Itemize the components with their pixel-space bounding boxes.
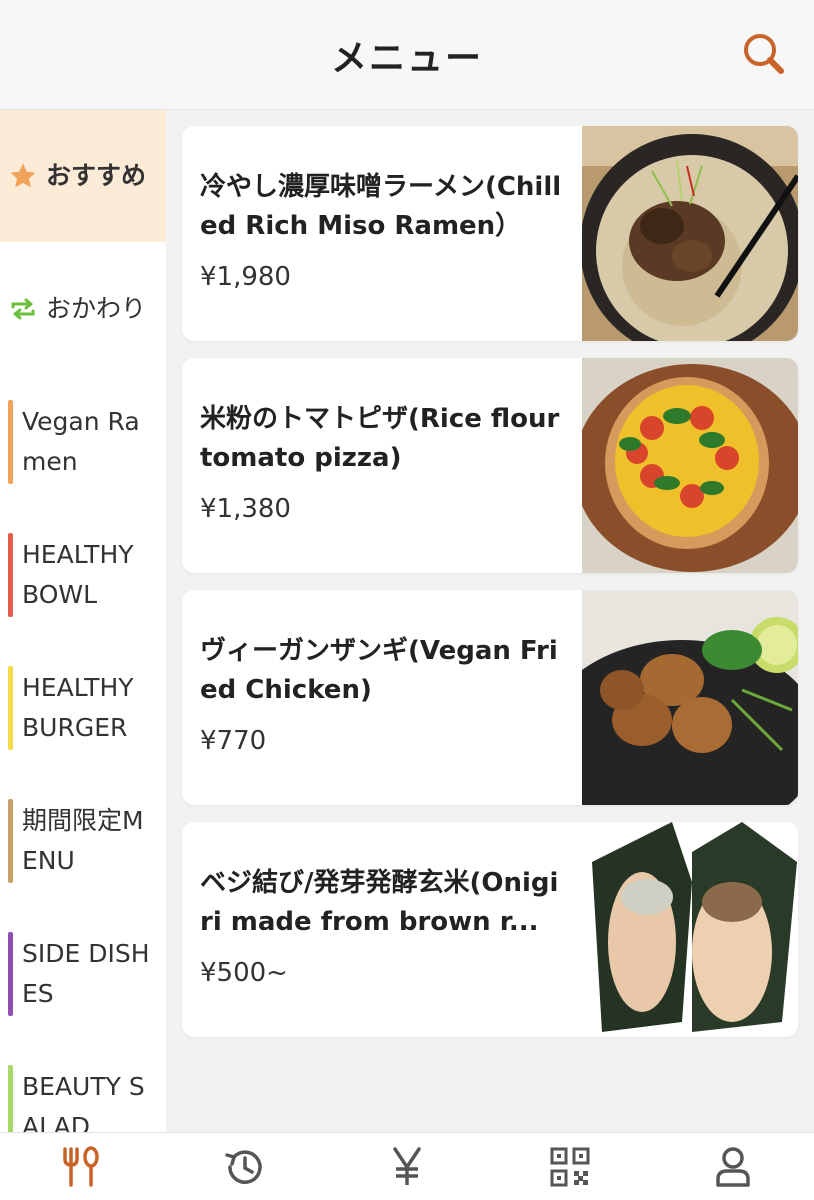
yen-icon bbox=[393, 1146, 421, 1185]
sidebar-item-label: 期間限定MENU bbox=[22, 805, 144, 875]
user-icon bbox=[715, 1146, 750, 1187]
menu-item-info: 冷やし濃厚味噌ラーメン(Chilled Rich Miso Ramen） ¥1,… bbox=[200, 126, 566, 341]
category-color-bar bbox=[8, 931, 13, 1016]
menu-item-card[interactable]: ヴィーガンザンギ(Vegan Fried Chicken) ¥770 bbox=[182, 590, 798, 805]
menu-item-price: ¥500~ bbox=[200, 958, 288, 988]
category-color-bar bbox=[8, 399, 13, 484]
sidebar-item-label: SIDE DISHES bbox=[22, 938, 150, 1008]
miso-ramen-photo bbox=[582, 126, 798, 341]
sidebar-item-vegan-ramen[interactable]: Vegan Ramen bbox=[0, 375, 166, 508]
menu-item-name: 冷やし濃厚味噌ラーメン(Chilled Rich Miso Ramen） bbox=[200, 172, 562, 241]
history-icon bbox=[225, 1149, 262, 1184]
menu-list: 冷やし濃厚味噌ラーメン(Chilled Rich Miso Ramen） ¥1,… bbox=[166, 110, 814, 1132]
menu-item-card[interactable]: 米粉のトマトピザ(Rice flour tomato pizza) ¥1,380 bbox=[182, 358, 798, 573]
fork-knife-icon bbox=[63, 1145, 100, 1187]
onigiri-photo bbox=[582, 822, 798, 1037]
menu-item-price: ¥770 bbox=[200, 726, 267, 756]
star-icon bbox=[8, 161, 38, 191]
menu-item-info: ヴィーガンザンギ(Vegan Fried Chicken) ¥770 bbox=[200, 590, 566, 805]
menu-item-card[interactable]: ベジ結び/発芽発酵玄米(Onigiri made from brown r...… bbox=[182, 822, 798, 1037]
qr-code-icon bbox=[550, 1147, 590, 1186]
menu-tab[interactable] bbox=[51, 1137, 111, 1197]
sidebar-item-label: HEALTHY BURGER bbox=[22, 672, 134, 742]
sidebar-item-label: BEAUTY SALAD bbox=[22, 1071, 145, 1133]
menu-item-name: 米粉のトマトピザ(Rice flour tomato pizza) bbox=[200, 404, 560, 473]
refresh-icon bbox=[8, 294, 38, 324]
tomato-pizza-photo bbox=[582, 358, 798, 573]
page-title: メニュー bbox=[330, 37, 483, 79]
bill-tab[interactable] bbox=[377, 1137, 437, 1197]
category-color-bar bbox=[8, 532, 13, 617]
search-icon bbox=[744, 34, 784, 74]
menu-item-name: ベジ結び/発芽発酵玄米(Onigiri made from brown r... bbox=[200, 868, 559, 937]
sidebar-item-beauty-salad[interactable]: BEAUTY SALAD bbox=[0, 1040, 166, 1132]
category-sidebar: おすすめ おかわり Vegan Ramen HEALTHY BOWL HEALT… bbox=[0, 110, 166, 1132]
sidebar-item-limited-menu[interactable]: 期間限定MENU bbox=[0, 774, 166, 907]
qr-tab[interactable] bbox=[540, 1137, 600, 1197]
category-color-bar bbox=[8, 665, 13, 750]
category-color-bar bbox=[8, 1064, 13, 1132]
sidebar-item-label: Vegan Ramen bbox=[22, 406, 140, 476]
category-color-bar bbox=[8, 798, 13, 883]
sidebar-item-recommended[interactable]: おすすめ bbox=[0, 110, 166, 242]
sidebar-item-label: HEALTHY BOWL bbox=[22, 539, 134, 609]
menu-item-price: ¥1,980 bbox=[200, 262, 291, 292]
app-header: メニュー bbox=[0, 0, 814, 110]
sidebar-item-refill[interactable]: おかわり bbox=[0, 242, 166, 375]
history-tab[interactable] bbox=[214, 1137, 274, 1197]
sidebar-item-label: おすすめ bbox=[46, 161, 147, 190]
sidebar-item-healthy-burger[interactable]: HEALTHY BURGER bbox=[0, 641, 166, 774]
menu-item-name: ヴィーガンザンギ(Vegan Fried Chicken) bbox=[200, 636, 558, 705]
fried-chicken-photo bbox=[582, 590, 798, 805]
search-button[interactable] bbox=[738, 28, 790, 80]
sidebar-item-label: おかわり bbox=[46, 293, 147, 323]
menu-item-info: 米粉のトマトピザ(Rice flour tomato pizza) ¥1,380 bbox=[200, 358, 566, 573]
menu-item-info: ベジ結び/発芽発酵玄米(Onigiri made from brown r...… bbox=[200, 822, 566, 1037]
menu-item-card[interactable]: 冷やし濃厚味噌ラーメン(Chilled Rich Miso Ramen） ¥1,… bbox=[182, 126, 798, 341]
menu-item-price: ¥1,380 bbox=[200, 494, 291, 524]
sidebar-item-side-dishes[interactable]: SIDE DISHES bbox=[0, 907, 166, 1040]
bottom-tab-bar bbox=[0, 1132, 814, 1200]
account-tab[interactable] bbox=[703, 1137, 763, 1197]
sidebar-item-healthy-bowl[interactable]: HEALTHY BOWL bbox=[0, 508, 166, 641]
